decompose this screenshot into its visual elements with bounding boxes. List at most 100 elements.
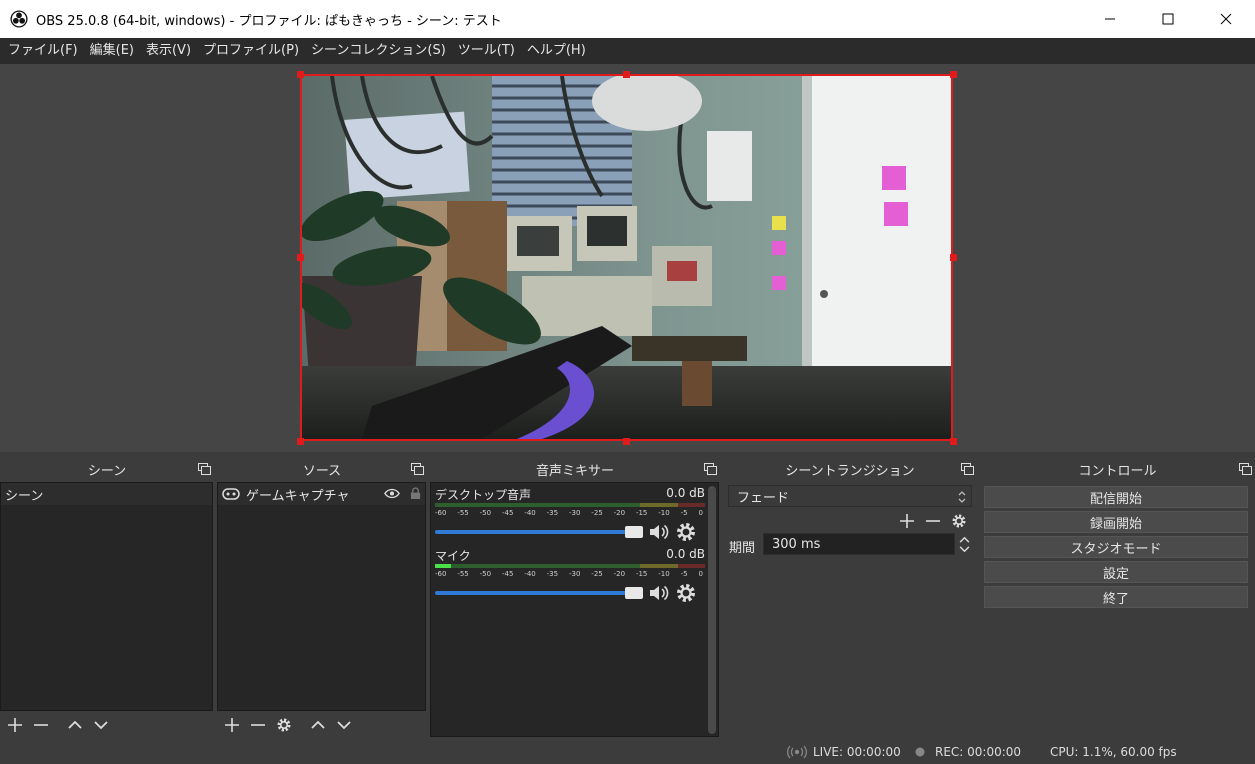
tick-label: -20 (613, 570, 626, 578)
remove-transition-button[interactable] (922, 510, 944, 532)
move-source-down-button[interactable] (333, 714, 355, 736)
list-item[interactable]: ゲームキャプチャ (218, 483, 425, 505)
tick-label: -10 (658, 509, 670, 517)
chevron-down-icon (94, 721, 108, 730)
move-scene-up-button[interactable] (64, 714, 86, 736)
transitions-dock-title: シーントランジション (785, 464, 915, 479)
start-streaming-button[interactable]: 配信開始 (984, 486, 1248, 508)
settings-button[interactable]: 設定 (984, 561, 1248, 583)
mixer-scrollbar[interactable] (708, 486, 716, 734)
gear-icon[interactable] (675, 582, 697, 604)
resize-handle-bl[interactable] (297, 438, 304, 445)
tick-label: -5 (680, 570, 688, 578)
start-recording-button[interactable]: 録画開始 (984, 511, 1248, 533)
menu-tools[interactable]: ツール(T) (452, 38, 521, 64)
chevron-down-icon (959, 545, 969, 552)
source-properties-button[interactable] (273, 714, 295, 736)
tick-label: -35 (546, 570, 559, 578)
speaker-icon[interactable] (647, 521, 669, 543)
gear-icon[interactable] (675, 521, 697, 543)
title-bar: OBS 25.0.8 (64-bit, windows) - プロファイル: ぱ… (0, 0, 1255, 38)
volume-slider-handle[interactable] (625, 526, 643, 538)
resize-handle-br[interactable] (950, 438, 957, 445)
controls-dock-title: コントロール (1078, 464, 1157, 479)
menu-bar: ファイル(F) 編集(E) 表示(V) プロファイル(P) シーンコレクション(… (0, 38, 1255, 64)
game-scene-image (302, 76, 951, 439)
sources-list[interactable]: ゲームキャプチャ (217, 482, 426, 711)
mixer-channel-mic: マイク 0.0 dB -60 -55 -50 -45 -40 -35 -30 -… (435, 547, 705, 604)
scenes-dock-header: シーン (0, 457, 214, 482)
move-source-up-button[interactable] (307, 714, 329, 736)
eye-icon[interactable] (384, 488, 400, 499)
tick-label: 0 (698, 570, 703, 578)
resize-handle-tl[interactable] (297, 71, 304, 78)
tick-label: -25 (591, 509, 603, 517)
volume-meter (435, 564, 705, 568)
list-item[interactable]: シーン (1, 483, 212, 505)
maximize-button[interactable] (1139, 0, 1197, 38)
source-name: ゲームキャプチャ (246, 488, 350, 504)
close-button[interactable] (1197, 0, 1255, 38)
meter-ticks: -60 -55 -50 -45 -40 -35 -30 -25 -20 -15 … (435, 509, 705, 518)
cpu-status: CPU: 1.1%, 60.00 fps (1050, 745, 1177, 759)
sources-toolbar (217, 711, 355, 739)
scenes-list[interactable]: シーン (0, 482, 213, 711)
menu-view[interactable]: 表示(V) (140, 38, 197, 64)
add-source-button[interactable] (221, 714, 243, 736)
channel-db: 0.0 dB (666, 486, 705, 500)
tick-label: -45 (501, 570, 514, 578)
add-transition-button[interactable] (896, 510, 918, 532)
resize-handle-mr[interactable] (950, 254, 957, 261)
gear-icon (277, 718, 291, 732)
volume-slider[interactable] (435, 526, 643, 538)
undock-icon[interactable] (411, 463, 424, 475)
volume-slider[interactable] (435, 587, 643, 599)
plus-icon (8, 718, 22, 732)
studio-mode-button[interactable]: スタジオモード (984, 536, 1248, 558)
volume-slider-handle[interactable] (625, 587, 643, 599)
move-scene-down-button[interactable] (90, 714, 112, 736)
transitions-dock-header: シーントランジション (723, 457, 977, 482)
preview-area[interactable] (0, 64, 1255, 452)
minimize-icon (1105, 18, 1115, 20)
tick-label: -60 (435, 570, 447, 578)
remove-scene-button[interactable] (30, 714, 52, 736)
maximize-icon (1162, 13, 1174, 25)
undock-icon[interactable] (704, 463, 717, 475)
sources-dock: ソース ゲームキャプチャ (217, 457, 427, 739)
menu-edit[interactable]: 編集(E) (84, 38, 140, 64)
minimize-button[interactable] (1081, 0, 1139, 38)
undock-icon[interactable] (961, 463, 974, 475)
menu-help[interactable]: ヘルプ(H) (521, 38, 592, 64)
tick-label: -15 (635, 570, 648, 578)
duration-spinner[interactable] (956, 533, 972, 555)
minus-icon (34, 724, 48, 726)
remove-source-button[interactable] (247, 714, 269, 736)
resize-handle-tr[interactable] (950, 71, 957, 78)
undock-icon[interactable] (1239, 463, 1252, 475)
transition-select[interactable]: フェード (728, 485, 972, 507)
menu-file[interactable]: ファイル(F) (2, 38, 84, 64)
transition-properties-button[interactable] (948, 510, 970, 532)
speaker-icon[interactable] (647, 582, 669, 604)
duration-input[interactable]: 300 ms (763, 533, 955, 555)
menu-scene-collection[interactable]: シーンコレクション(S) (305, 38, 452, 64)
add-scene-button[interactable] (4, 714, 26, 736)
mixer-panel: デスクトップ音声 0.0 dB -60 -55 -50 -45 -40 -35 … (430, 482, 719, 737)
menu-profile[interactable]: プロファイル(P) (197, 38, 305, 64)
transition-select-value: フェード (737, 490, 790, 506)
channel-name: マイク (435, 549, 471, 563)
exit-button[interactable]: 終了 (984, 586, 1248, 608)
lock-icon[interactable] (410, 487, 421, 500)
tick-label: -5 (680, 509, 688, 517)
close-icon (1220, 13, 1232, 25)
controls-dock: コントロール 配信開始 録画開始 スタジオモード 設定 終了 (980, 457, 1255, 739)
tick-label: -40 (524, 570, 536, 578)
undock-icon[interactable] (198, 463, 211, 475)
resize-handle-tm[interactable] (623, 71, 630, 78)
resize-handle-bm[interactable] (623, 438, 630, 445)
minus-icon (926, 520, 940, 522)
resize-handle-ml[interactable] (297, 254, 304, 261)
game-capture-preview[interactable] (300, 74, 953, 441)
tick-label: 0 (698, 509, 703, 517)
